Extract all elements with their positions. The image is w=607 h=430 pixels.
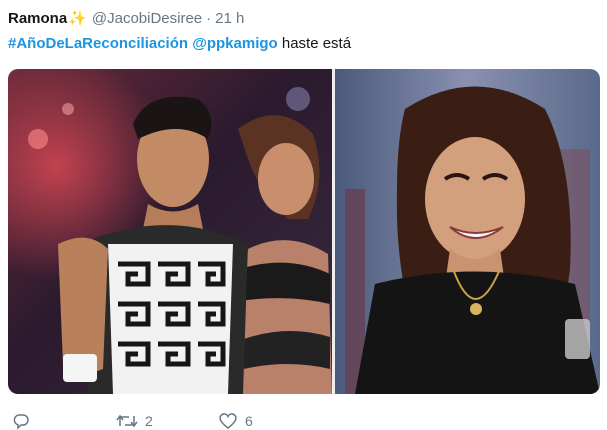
reply-button[interactable] bbox=[12, 412, 30, 430]
sparkles-emoji: ✨ bbox=[68, 10, 87, 27]
tweet-text: #AñoDeLaReconciliación @ppkamigo haste e… bbox=[8, 34, 351, 53]
photo-woman[interactable] bbox=[335, 69, 600, 394]
author-handle[interactable]: @JacobiDesiree bbox=[92, 10, 202, 27]
tweet-header: Ramona✨ @JacobiDesiree · 21 h bbox=[8, 9, 244, 28]
like-button[interactable]: 6 bbox=[218, 412, 253, 430]
reply-icon bbox=[13, 414, 29, 430]
retweet-count: 2 bbox=[145, 413, 153, 429]
separator-dot: · bbox=[206, 10, 212, 27]
like-count: 6 bbox=[245, 413, 253, 429]
tweet-actions: 2 6 bbox=[8, 412, 600, 430]
media-grid bbox=[8, 69, 600, 394]
hashtag-link[interactable]: #AñoDeLaReconciliación bbox=[8, 35, 188, 52]
author-name[interactable]: Ramona bbox=[8, 10, 67, 27]
tweet-body-text: haste está bbox=[277, 35, 352, 52]
photo-dancers[interactable] bbox=[8, 69, 332, 394]
mention-link[interactable]: @ppkamigo bbox=[192, 35, 277, 52]
heart-icon bbox=[219, 413, 237, 429]
tweet-timestamp[interactable]: 21 h bbox=[215, 10, 244, 27]
retweet-icon bbox=[116, 414, 138, 428]
woman-photo-image bbox=[335, 69, 600, 394]
retweet-button[interactable]: 2 bbox=[116, 412, 153, 430]
dancers-photo-image bbox=[8, 69, 332, 394]
